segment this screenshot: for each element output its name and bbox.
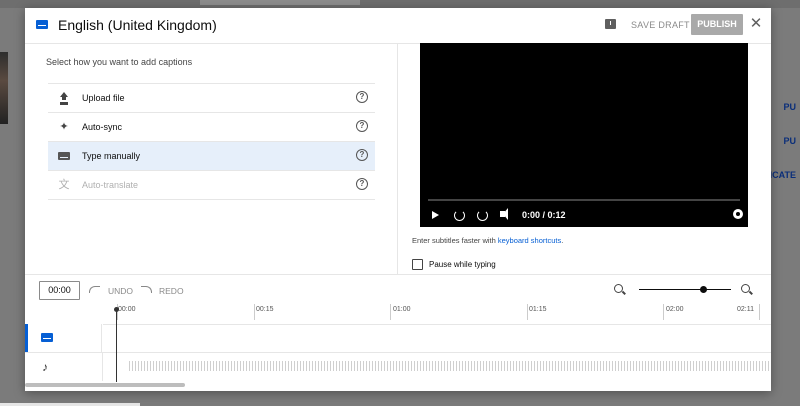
background-thumbnail	[0, 52, 8, 124]
ruler-label: 02:11	[737, 306, 754, 313]
publish-button[interactable]: PUBLISH	[691, 14, 743, 35]
pause-while-typing-checkbox[interactable]	[412, 259, 423, 270]
option-label: Type manually	[82, 151, 141, 161]
playhead[interactable]	[116, 310, 117, 382]
caption-method-prompt: Select how you want to add captions	[46, 57, 193, 67]
dialog-header: English (United Kingdom) SAVE DRAFT PUBL…	[25, 8, 771, 44]
subtitle-editor-dialog: English (United Kingdom) SAVE DRAFT PUBL…	[25, 8, 771, 391]
timeline-horizontal-scrollbar[interactable]	[25, 383, 185, 387]
sparkle-icon: ✦	[59, 121, 69, 133]
caption-method-panel: Select how you want to add captions Uplo…	[25, 43, 398, 274]
gear-icon[interactable]	[733, 209, 743, 219]
timeline-toolbar: 00:00 UNDO REDO	[25, 274, 771, 305]
upload-icon	[58, 92, 70, 104]
play-icon[interactable]	[432, 211, 439, 219]
option-auto-translate: 文 Auto-translate ?	[48, 171, 375, 200]
ruler-label: 02:00	[666, 306, 684, 313]
redo-button[interactable]: REDO	[159, 286, 184, 296]
background-label: PU	[783, 136, 796, 146]
help-icon[interactable]: ?	[356, 178, 368, 190]
volume-icon[interactable]	[500, 208, 508, 220]
option-upload-file[interactable]: Upload file ?	[48, 84, 375, 113]
pause-while-typing-label: Pause while typing	[429, 260, 496, 269]
zoom-in-icon[interactable]	[741, 284, 750, 293]
save-draft-button[interactable]: SAVE DRAFT	[631, 20, 690, 30]
ruler-label: 00:15	[256, 306, 274, 313]
video-player[interactable]: 0:00 / 0:12	[420, 43, 748, 227]
background-right-column: PU PU PLICATE	[758, 100, 800, 190]
ruler-tick	[663, 304, 664, 320]
subtitles-icon	[36, 20, 48, 29]
timeline-ruler[interactable]: 00:00 00:15 01:00 01:15 02:00 02:11	[103, 304, 771, 325]
keyboard-shortcuts-link[interactable]: keyboard shortcuts	[498, 236, 561, 245]
shortcut-hint: Enter subtitles faster with keyboard sho…	[412, 236, 563, 245]
help-icon[interactable]: ?	[356, 120, 368, 132]
option-label: Auto-sync	[82, 122, 123, 132]
background-page-header	[0, 0, 800, 8]
ruler-tick	[527, 304, 528, 320]
close-icon[interactable]: ✕	[748, 16, 764, 32]
audio-waveform	[129, 361, 769, 371]
ruler-label: 01:00	[393, 306, 411, 313]
subtitle-track[interactable]	[25, 324, 771, 353]
option-label: Auto-translate	[82, 180, 139, 190]
hint-suffix: .	[561, 236, 564, 245]
current-time-field[interactable]: 00:00	[39, 281, 80, 300]
background-search-bar	[200, 0, 360, 5]
undo-button[interactable]: UNDO	[108, 286, 133, 296]
hint-text: Enter subtitles faster with	[412, 236, 498, 245]
subtitle-track-header	[25, 324, 102, 352]
video-progress-bar[interactable]	[428, 199, 740, 201]
undo-icon[interactable]	[89, 286, 100, 293]
zoom-slider-handle[interactable]	[700, 286, 707, 293]
dialog-title: English (United Kingdom)	[58, 17, 217, 33]
zoom-out-icon[interactable]	[614, 284, 623, 293]
forward-icon[interactable]	[477, 210, 488, 221]
option-label: Upload file	[82, 93, 125, 103]
help-icon[interactable]: ?	[356, 149, 368, 161]
caption-method-list: Upload file ? ✦ Auto-sync ? Type manuall…	[48, 83, 375, 200]
ruler-tick	[759, 304, 760, 320]
zoom-slider[interactable]	[639, 289, 731, 290]
video-time: 0:00 / 0:12	[522, 210, 566, 220]
help-icon[interactable]: ?	[356, 91, 368, 103]
feedback-icon[interactable]	[605, 19, 616, 29]
ruler-tick	[254, 304, 255, 320]
music-note-icon: ♪	[42, 360, 48, 374]
option-type-manually[interactable]: Type manually ?	[48, 142, 375, 171]
keyboard-icon	[58, 150, 70, 162]
subtitles-icon	[41, 333, 53, 342]
ruler-label: 01:15	[529, 306, 547, 313]
rewind-icon[interactable]	[454, 210, 465, 221]
audio-track-header: ♪	[25, 353, 103, 381]
ruler-label: 00:00	[118, 306, 136, 313]
translate-icon: 文	[58, 179, 70, 191]
audio-track[interactable]: ♪	[25, 353, 771, 381]
video-panel: 0:00 / 0:12 Enter subtitles faster with …	[398, 43, 771, 274]
background-label: PU	[783, 102, 796, 112]
redo-icon[interactable]	[141, 286, 152, 293]
option-auto-sync[interactable]: ✦ Auto-sync ?	[48, 113, 375, 142]
ruler-tick	[390, 304, 391, 320]
